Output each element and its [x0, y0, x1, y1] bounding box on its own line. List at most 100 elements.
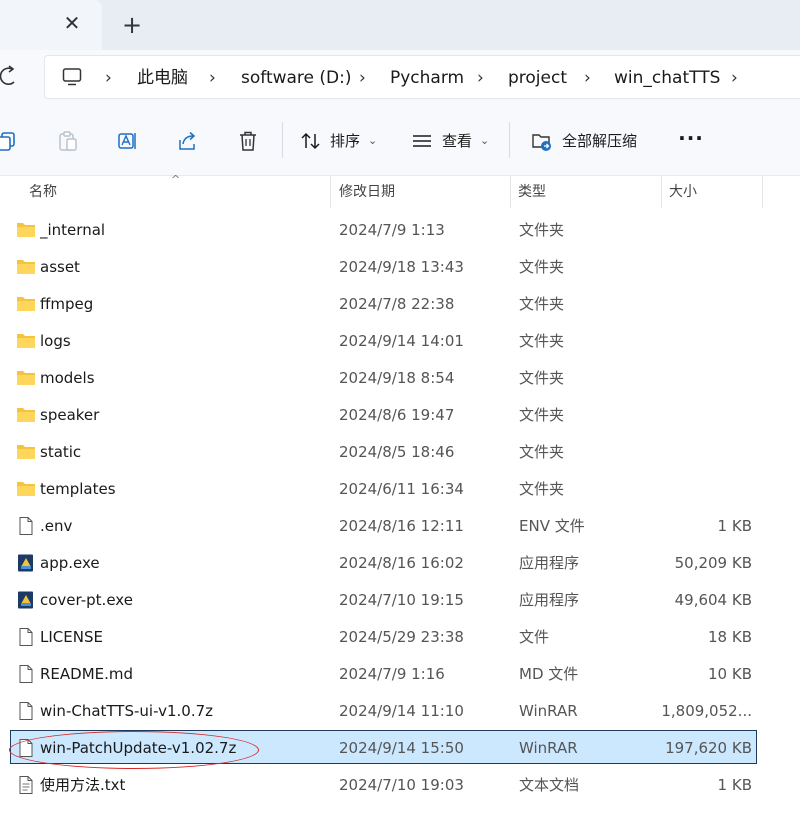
column-divider[interactable] — [510, 176, 511, 208]
breadcrumb-separator-icon: › — [209, 68, 216, 88]
file-row[interactable]: models 2024/9/18 8:54 文件夹 — [10, 360, 757, 394]
file-icon — [16, 739, 36, 757]
file-name: templates — [40, 480, 116, 498]
column-divider[interactable] — [661, 176, 662, 208]
file-row[interactable]: app.exe 2024/8/16 16:02 应用程序 50,209 KB — [10, 545, 757, 579]
extract-all-button[interactable]: 全部解压缩 — [562, 131, 637, 151]
file-date-modified: 2024/9/18 8:54 — [339, 369, 455, 387]
file-icon — [16, 665, 36, 683]
folder-icon — [16, 369, 36, 387]
file-size: 18 KB — [708, 628, 752, 646]
column-type[interactable]: 类型 — [518, 182, 546, 202]
active-tab[interactable]: ✕ — [0, 0, 102, 50]
file-date-modified: 2024/7/9 1:13 — [339, 221, 445, 239]
file-date-modified: 2024/7/8 22:38 — [339, 295, 455, 313]
column-size[interactable]: 大小 — [669, 182, 697, 202]
paste-icon[interactable] — [57, 130, 79, 152]
breadcrumb-this-pc[interactable]: 此电脑 — [137, 67, 188, 89]
file-name: asset — [40, 258, 80, 276]
file-size — [661, 293, 752, 315]
file-row[interactable]: static 2024/8/5 18:46 文件夹 — [10, 434, 757, 468]
file-type: 文件夹 — [519, 443, 565, 461]
delete-icon[interactable] — [237, 130, 259, 152]
address-bar[interactable]: › 此电脑 › software (D:) › Pycharm › projec… — [44, 55, 800, 99]
view-button[interactable]: 查看 — [442, 131, 472, 151]
file-row[interactable]: speaker 2024/8/6 19:47 文件夹 — [10, 397, 757, 431]
file-date-modified: 2024/7/9 1:16 — [339, 665, 445, 683]
breadcrumb-software-drive[interactable]: software (D:) — [241, 67, 352, 89]
column-divider[interactable] — [762, 176, 763, 208]
file-type: 文件夹 — [519, 369, 565, 387]
file-size — [661, 256, 752, 278]
breadcrumb-separator-icon: › — [105, 68, 112, 88]
tab-strip: ✕ + — [0, 0, 800, 50]
file-row[interactable]: templates 2024/6/11 16:34 文件夹 — [10, 471, 757, 505]
view-dropdown-icon[interactable]: ⌄ — [480, 131, 489, 151]
file-type: 文件夹 — [519, 406, 565, 424]
folder-icon — [16, 443, 36, 461]
file-size: 50,209 KB — [674, 554, 752, 572]
column-name[interactable]: 名称 — [29, 182, 57, 202]
file-name: logs — [40, 332, 71, 350]
file-type: 文件夹 — [519, 258, 565, 276]
file-name: win-PatchUpdate-v1.02.7z — [40, 739, 237, 757]
share-icon[interactable] — [177, 130, 199, 152]
file-date-modified: 2024/9/14 11:10 — [339, 702, 464, 720]
rename-icon[interactable] — [117, 130, 139, 152]
sort-dropdown-icon[interactable]: ⌄ — [368, 131, 377, 151]
file-row[interactable]: .env 2024/8/16 12:11 ENV 文件 1 KB — [10, 508, 757, 542]
breadcrumb-win-chattts[interactable]: win_chatTTS — [614, 67, 720, 89]
breadcrumb-pycharm[interactable]: Pycharm — [390, 67, 464, 89]
column-divider[interactable] — [330, 176, 331, 208]
file-date-modified: 2024/8/16 16:02 — [339, 554, 464, 572]
copy-icon[interactable] — [0, 130, 18, 152]
file-row[interactable]: logs 2024/9/14 14:01 文件夹 — [10, 323, 757, 357]
file-row[interactable]: asset 2024/9/18 13:43 文件夹 — [10, 249, 757, 283]
file-date-modified: 2024/7/10 19:15 — [339, 591, 464, 609]
file-row[interactable]: LICENSE 2024/5/29 23:38 文件 18 KB — [10, 619, 757, 653]
extract-all-icon[interactable] — [531, 130, 553, 152]
file-date-modified: 2024/6/11 16:34 — [339, 480, 464, 498]
file-row[interactable]: win-ChatTTS-ui-v1.0.7z 2024/9/14 11:10 Win… — [10, 693, 757, 727]
exe-icon — [16, 554, 36, 572]
file-icon — [16, 628, 36, 646]
sort-icon[interactable] — [300, 130, 322, 152]
file-size — [661, 367, 752, 389]
view-icon[interactable] — [411, 130, 433, 152]
file-size — [661, 478, 752, 500]
file-row[interactable]: 使用方法.txt 2024/7/10 19:03 文本文档 1 KB — [10, 767, 757, 801]
refresh-icon[interactable] — [0, 64, 20, 88]
file-row[interactable]: README.md 2024/7/9 1:16 MD 文件 10 KB — [10, 656, 757, 690]
file-date-modified: 2024/9/14 14:01 — [339, 332, 464, 350]
file-row[interactable]: _internal 2024/7/9 1:13 文件夹 — [10, 212, 757, 246]
file-row[interactable]: cover-pt.exe 2024/7/10 19:15 应用程序 49,604 KB — [10, 582, 757, 616]
breadcrumb-expand-icon[interactable]: › — [731, 67, 738, 89]
column-date-modified[interactable]: 修改日期 — [339, 182, 395, 202]
file-date-modified: 2024/5/29 23:38 — [339, 628, 464, 646]
more-options-icon[interactable]: ··· — [676, 128, 706, 152]
close-tab-icon[interactable]: ✕ — [60, 11, 84, 35]
file-type: 文件夹 — [519, 295, 565, 313]
file-type: 文件 — [519, 628, 550, 646]
file-name: README.md — [40, 665, 134, 683]
file-size: 1 KB — [717, 776, 752, 794]
breadcrumb-separator-icon: › — [359, 68, 366, 88]
file-type: 应用程序 — [519, 554, 580, 572]
file-type: ENV 文件 — [519, 517, 585, 535]
file-date-modified: 2024/8/6 19:47 — [339, 406, 455, 424]
sort-button[interactable]: 排序 — [330, 131, 360, 151]
file-size: 1,809,052... — [661, 702, 752, 720]
folder-icon — [16, 258, 36, 276]
command-toolbar: 排序 ⌄ 查看 ⌄ 全部解压缩 ··· — [0, 104, 800, 176]
breadcrumb-separator-icon: › — [584, 68, 591, 88]
file-row[interactable]: win-PatchUpdate-v1.02.7z 2024/9/14 15:50 W… — [10, 730, 757, 764]
file-name: cover-pt.exe — [40, 591, 133, 609]
file-type: WinRAR — [519, 739, 578, 757]
file-size — [661, 330, 752, 352]
new-tab-icon[interactable]: + — [119, 12, 145, 38]
file-row[interactable]: ffmpeg 2024/7/8 22:38 文件夹 — [10, 286, 757, 320]
breadcrumb-project[interactable]: project — [508, 67, 567, 89]
toolbar-divider — [282, 122, 283, 158]
file-size — [661, 219, 752, 241]
file-size: 1 KB — [717, 517, 752, 535]
